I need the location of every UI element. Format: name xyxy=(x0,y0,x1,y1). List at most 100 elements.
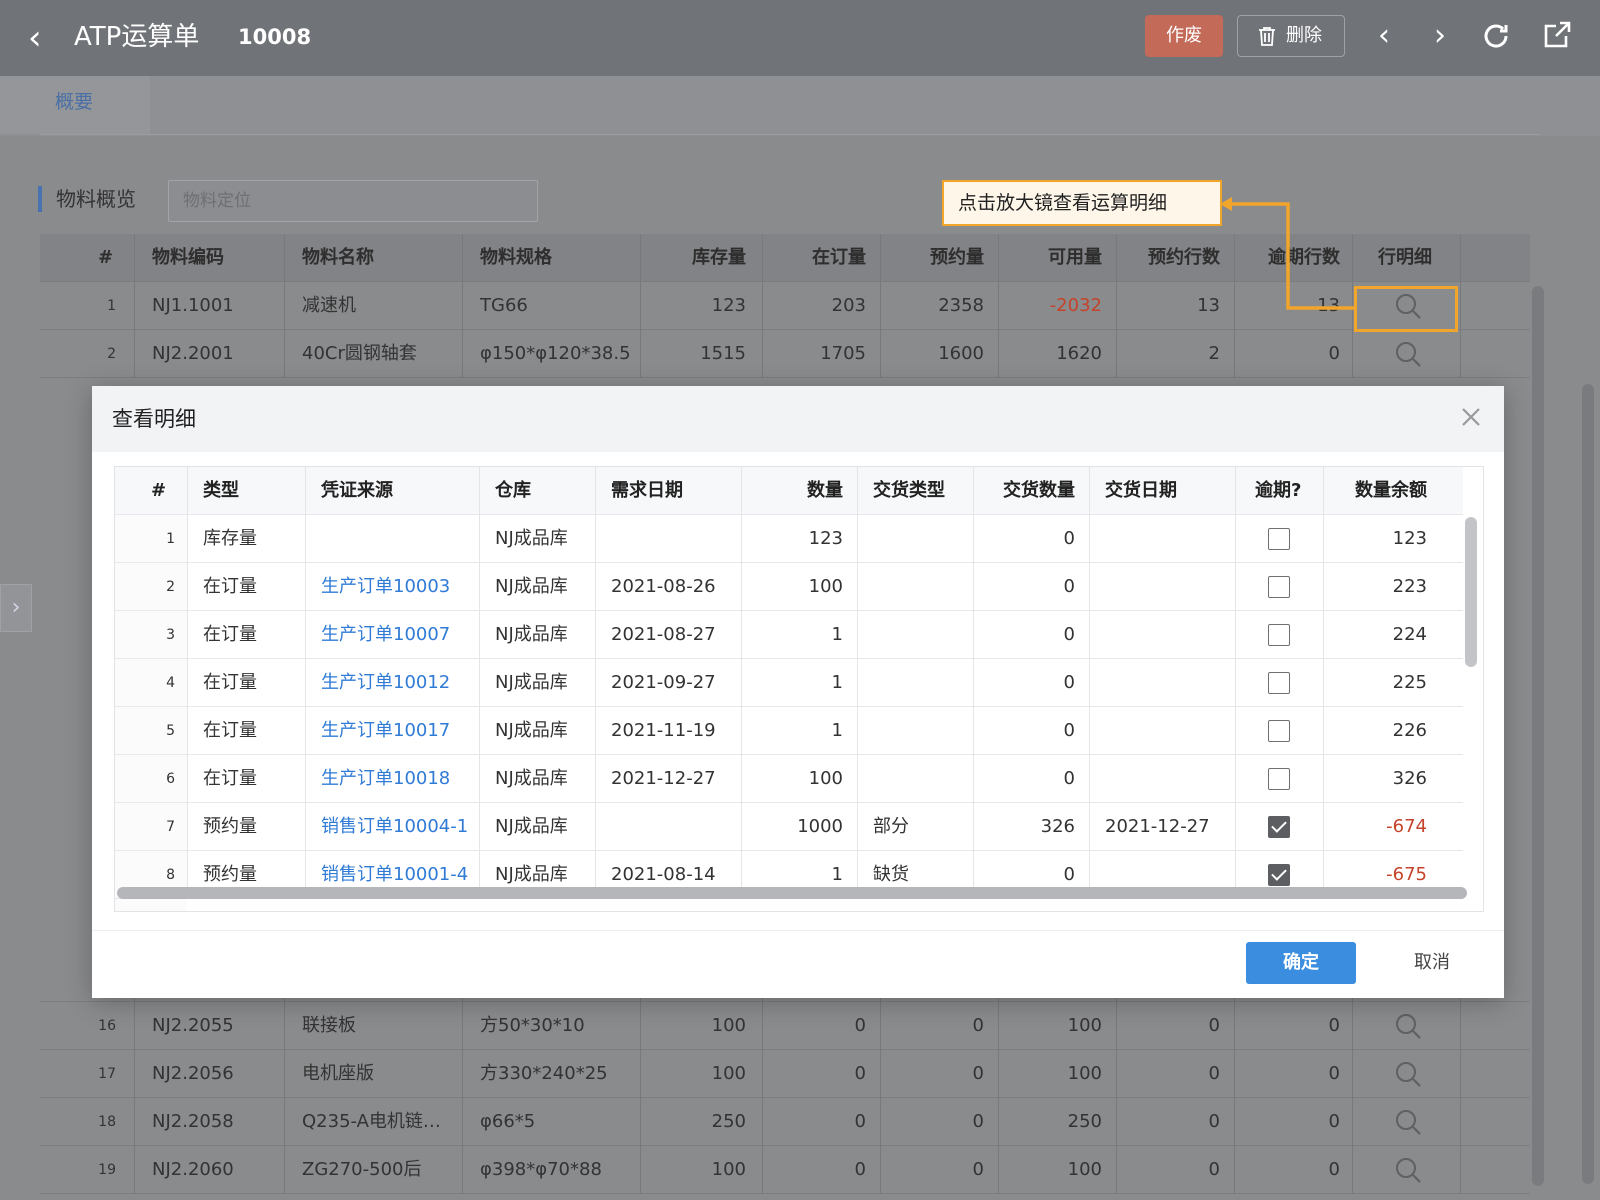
magnifier-icon[interactable] xyxy=(1394,1060,1422,1088)
table-row[interactable]: 2 NJ2.2001 40Cr圆钢轴套 φ150*φ120*38.5 1515 1705 1… xyxy=(40,330,1530,378)
cell-res-lines: 13 xyxy=(1197,295,1220,316)
column-divider xyxy=(1089,611,1090,659)
cell-stock: 100 xyxy=(711,1063,746,1084)
detail-row[interactable]: 6 在订量 生产订单10018 NJ成品库 2021-12-27 100 0 326 xyxy=(115,755,1463,803)
overdue-checkbox[interactable] xyxy=(1268,576,1290,598)
cell-no: 7 xyxy=(166,819,175,835)
source-document-link[interactable]: 生产订单10012 xyxy=(321,659,450,707)
cell-warehouse: NJ成品库 xyxy=(495,672,568,693)
cell-qty: 123 xyxy=(808,528,843,549)
cell-stock: 123 xyxy=(711,295,746,316)
column-divider xyxy=(1352,330,1353,378)
page-scrollbar[interactable] xyxy=(1582,384,1594,1184)
overdue-checkbox[interactable] xyxy=(1268,624,1290,646)
cell-reserved: 0 xyxy=(972,1111,984,1132)
column-divider xyxy=(1352,1002,1353,1050)
detail-horizontal-scrollbar[interactable] xyxy=(117,887,1467,899)
column-header: 物料名称 xyxy=(302,247,374,268)
column-divider xyxy=(762,234,763,282)
detail-row[interactable]: 2 在订量 生产订单10003 NJ成品库 2021-08-26 100 0 223 xyxy=(115,563,1463,611)
overdue-checkbox[interactable] xyxy=(1268,816,1290,838)
column-divider xyxy=(640,330,641,378)
cell-no: 3 xyxy=(166,627,175,643)
export-icon[interactable] xyxy=(1542,20,1572,50)
column-divider xyxy=(1116,282,1117,330)
detail-row[interactable]: 7 预约量 销售订单10004-1 NJ成品库 1000 部分 326 2021-12-27 -… xyxy=(115,803,1463,851)
cell-code: NJ1.1001 xyxy=(152,295,234,316)
cell-no: 4 xyxy=(166,675,175,691)
magnifier-icon[interactable] xyxy=(1394,1012,1422,1040)
column-divider xyxy=(1460,1146,1461,1194)
material-locate-input[interactable] xyxy=(169,181,537,221)
cell-no: 2 xyxy=(107,346,116,362)
source-document-link[interactable]: 生产订单10017 xyxy=(321,707,450,755)
source-document-link[interactable]: 生产订单10018 xyxy=(321,755,450,803)
detail-row[interactable]: 3 在订量 生产订单10007 NJ成品库 2021-08-27 1 0 224 xyxy=(115,611,1463,659)
column-divider xyxy=(284,1002,285,1050)
refresh-icon[interactable] xyxy=(1480,20,1512,52)
cell-name: ZG270-500后 xyxy=(302,1159,422,1180)
column-divider xyxy=(1323,563,1324,611)
detail-row[interactable]: 4 在订量 生产订单10012 NJ成品库 2021-09-27 1 0 225 xyxy=(115,659,1463,707)
void-button[interactable]: 作废 xyxy=(1145,15,1223,57)
sidebar-expand-icon[interactable]: › xyxy=(0,584,32,632)
column-divider xyxy=(595,755,596,803)
confirm-button[interactable]: 确定 xyxy=(1246,942,1356,984)
column-divider xyxy=(880,1002,881,1050)
table-row[interactable]: 17 NJ2.2056 电机座版 方330*240*25 100 0 0 100 0 0 xyxy=(40,1050,1530,1098)
column-divider xyxy=(1323,611,1324,659)
cell-on-order: 0 xyxy=(854,1111,866,1132)
column-divider xyxy=(1234,1146,1235,1194)
tab-overview[interactable]: 概要 xyxy=(0,76,150,134)
column-divider xyxy=(1234,330,1235,378)
source-document-link[interactable]: 销售订单10004-1 xyxy=(321,803,468,851)
cell-balance: -674 xyxy=(1386,816,1427,837)
column-divider xyxy=(305,803,306,851)
column-divider xyxy=(640,234,641,282)
column-divider xyxy=(479,515,480,563)
close-icon[interactable] xyxy=(1456,402,1486,432)
overdue-checkbox[interactable] xyxy=(1268,864,1290,886)
cell-no: 2 xyxy=(166,579,175,595)
column-divider xyxy=(134,1146,135,1194)
magnifier-icon[interactable] xyxy=(1394,1108,1422,1136)
back-icon[interactable]: ‹ xyxy=(28,20,58,56)
cell-code: NJ2.2060 xyxy=(152,1159,234,1180)
cell-qty: 1 xyxy=(831,624,843,645)
source-document-link[interactable]: 生产订单10003 xyxy=(321,563,450,611)
table-scrollbar[interactable] xyxy=(1532,286,1544,1186)
cancel-button[interactable]: 取消 xyxy=(1392,942,1472,984)
cell-name: 电机座版 xyxy=(302,1063,374,1084)
overdue-checkbox[interactable] xyxy=(1268,672,1290,694)
table-row[interactable]: 19 NJ2.2060 ZG270-500后 φ398*φ70*88 100 0 0 100 0… xyxy=(40,1146,1530,1194)
cell-type: 在订量 xyxy=(203,576,257,597)
column-divider xyxy=(187,659,188,707)
source-document-link[interactable]: 生产订单10007 xyxy=(321,611,450,659)
column-divider xyxy=(1116,330,1117,378)
detail-row[interactable]: 1 库存量 NJ成品库 123 0 123 xyxy=(115,515,1463,563)
overdue-checkbox[interactable] xyxy=(1268,720,1290,742)
cell-type: 预约量 xyxy=(203,816,257,837)
prev-icon[interactable]: ‹ xyxy=(1366,18,1402,54)
detail-vertical-scrollbar[interactable] xyxy=(1465,517,1477,667)
delete-button[interactable]: 删除 xyxy=(1237,15,1345,57)
cell-reserved: 0 xyxy=(972,1015,984,1036)
overdue-checkbox[interactable] xyxy=(1268,768,1290,790)
detail-row[interactable]: 5 在订量 生产订单10017 NJ成品库 2021-11-19 1 0 226 xyxy=(115,707,1463,755)
next-icon[interactable]: › xyxy=(1422,18,1458,54)
column-divider xyxy=(973,803,974,851)
table-row[interactable]: 16 NJ2.2055 联接板 方50*30*10 100 0 0 100 0 0 xyxy=(40,1002,1530,1050)
magnifier-icon[interactable] xyxy=(1394,1156,1422,1184)
column-divider xyxy=(1234,1098,1235,1146)
cell-balance: 123 xyxy=(1392,528,1427,549)
magnifier-icon[interactable] xyxy=(1394,340,1422,368)
column-divider xyxy=(973,755,974,803)
column-divider xyxy=(1235,707,1236,755)
material-locate-field[interactable] xyxy=(168,180,538,222)
cell-spec: φ398*φ70*88 xyxy=(480,1159,602,1180)
column-divider xyxy=(741,755,742,803)
table-row[interactable]: 18 NJ2.2058 Q235-A电机链… φ66*5 250 0 0 250 0 0 xyxy=(40,1098,1530,1146)
overdue-checkbox[interactable] xyxy=(1268,528,1290,550)
column-divider xyxy=(1352,1098,1353,1146)
column-divider xyxy=(880,234,881,282)
